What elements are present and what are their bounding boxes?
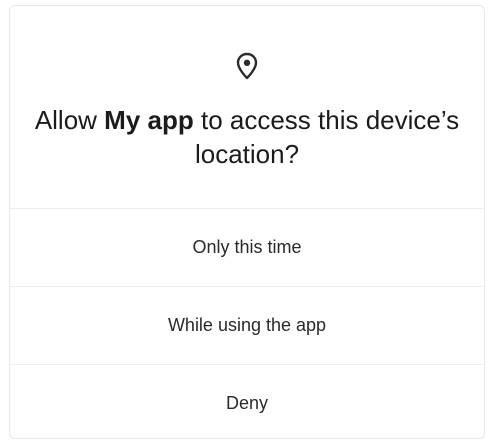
- title-suffix: to access this device’s location?: [193, 105, 460, 169]
- while-using-app-button[interactable]: While using the app: [10, 286, 484, 364]
- screen: Allow My app to access this device’s loc…: [0, 0, 493, 445]
- title-prefix: Allow: [34, 105, 105, 135]
- permission-options: Only this time While using the app Deny: [10, 208, 484, 442]
- location-permission-dialog: Allow My app to access this device’s loc…: [9, 5, 485, 439]
- location-icon-container: [10, 52, 484, 82]
- only-this-time-label: Only this time: [192, 236, 302, 257]
- deny-button[interactable]: Deny: [10, 364, 484, 442]
- app-name: My app: [104, 105, 194, 135]
- only-this-time-button[interactable]: Only this time: [10, 208, 484, 286]
- dialog-title: Allow My app to access this device’s loc…: [30, 103, 464, 171]
- while-using-app-label: While using the app: [167, 314, 327, 335]
- deny-label: Deny: [225, 392, 269, 413]
- location-pin-icon: [236, 52, 258, 82]
